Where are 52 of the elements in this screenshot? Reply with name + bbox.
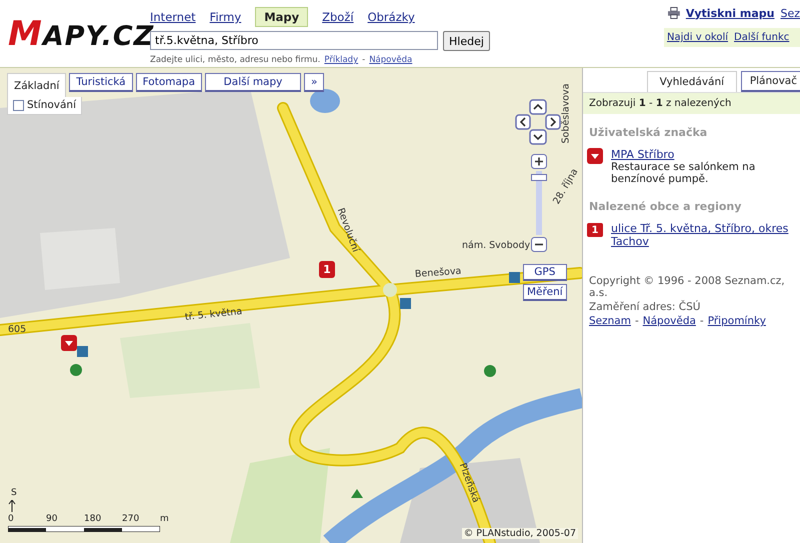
separator: - [634, 315, 639, 327]
help-link[interactable]: Příklady [324, 55, 358, 65]
footer-link[interactable]: Připomínky [708, 315, 766, 327]
street-label: tř. 5. května [184, 306, 243, 323]
map-layer-tab[interactable]: Další mapy [205, 73, 302, 92]
print-link[interactable]: Vytiskni mapu [686, 6, 774, 20]
nav-link[interactable]: Sez [780, 6, 800, 20]
map-tool-button[interactable]: Měření [523, 284, 567, 301]
result-badge: 1 [587, 223, 603, 237]
street-label: Soběslavova [560, 83, 572, 144]
copyright-text: Copyright © 1996 - 2008 Seznam.cz, a.s. [589, 275, 786, 299]
shading-checkbox[interactable]: Stínování [7, 97, 82, 115]
scale-label: 270 [122, 514, 140, 524]
map-layer-tab[interactable]: Fotomapa [136, 73, 202, 92]
result-link[interactable]: MPA Stříbro [611, 148, 796, 161]
tool-link[interactable]: Další funkc [734, 32, 790, 43]
scale-label: 0 [8, 514, 15, 524]
section-title: Nalezené obce a regiony [588, 199, 742, 215]
map-marker[interactable]: 1 [319, 261, 335, 278]
map-copyright: © PLANstudio, 2005-07 [462, 528, 578, 539]
nav-tab[interactable]: Firmy [210, 10, 242, 24]
street-label: nám. Svobody [462, 240, 530, 251]
tool-link[interactable]: Najdi v okolí [667, 32, 728, 43]
sidebar-tab[interactable]: Plánovač [740, 71, 800, 92]
copyright-text: Zaměření adres: ČSÚ [589, 301, 702, 313]
nav-tab[interactable]: Obrázky [368, 10, 415, 24]
sidebar-tab[interactable]: Vyhledávání [646, 71, 737, 92]
scale-label: 90 [46, 514, 58, 524]
search-hint: Zadejte ulici, město, adresu nebo firmu. [150, 55, 320, 65]
help-link[interactable]: Nápověda [369, 55, 412, 65]
separator: - [700, 315, 704, 327]
nav-tab[interactable]: Zboží [322, 10, 354, 24]
map-layer-tab[interactable]: Turistická [69, 73, 133, 92]
result-link[interactable]: ulice Tř. 5. května, Stříbro, okres Tachov [611, 222, 796, 248]
north-label: S [10, 488, 18, 498]
street-label: Benešova [414, 266, 462, 280]
search-button[interactable]: Hledej [443, 31, 490, 51]
results-summary: Zobrazuji 1 - 1 z nalezených [583, 92, 800, 114]
nav-tab[interactable]: Mapy [255, 7, 308, 27]
map-tool-button[interactable]: GPS [523, 264, 567, 281]
footer-link[interactable]: Nápověda [642, 315, 696, 327]
section-title: Uživatelská značka [588, 125, 708, 141]
street-label: 605 [8, 324, 26, 335]
map-layer-tab[interactable]: Základní [7, 73, 66, 97]
search-field[interactable]: tř.5.května, Stříbro [150, 31, 438, 50]
nav-tab[interactable]: Internet [150, 10, 196, 24]
scale-label: m [160, 514, 170, 524]
more-button[interactable]: » [304, 73, 324, 92]
footer-link[interactable]: Seznam [589, 315, 631, 327]
result-description: Restaurace se salónkem na benzínové pumpě. [611, 161, 756, 185]
scale-label: 180 [84, 514, 102, 524]
separator: - [362, 55, 366, 65]
